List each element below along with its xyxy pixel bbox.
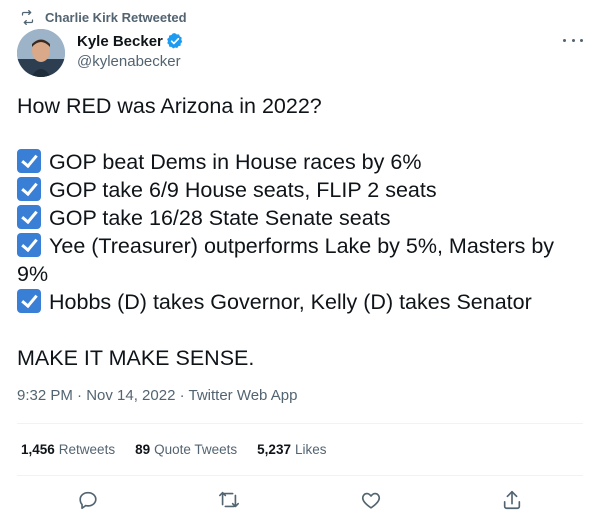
stat-retweets[interactable]: 1,456 Retweets	[21, 442, 115, 457]
checkbox-emoji-icon	[17, 149, 41, 173]
tweet-headline: How RED was Arizona in 2022?	[17, 94, 322, 118]
tweet-header: Kyle Becker @kylenabecker	[17, 29, 587, 77]
list-item: Hobbs (D) takes Governor, Kelly (D) take…	[17, 288, 577, 316]
avatar[interactable]	[17, 29, 65, 77]
retweet-button[interactable]	[218, 489, 242, 513]
engagement-stats: 1,456 Retweets 89 Quote Tweets 5,237 Likes	[21, 442, 346, 457]
share-icon	[503, 490, 521, 510]
share-button[interactable]	[501, 489, 525, 513]
social-context[interactable]: Charlie Kirk Retweeted	[20, 8, 187, 26]
like-button[interactable]	[360, 489, 384, 513]
checkbox-emoji-icon	[17, 177, 41, 201]
list-item: GOP take 6/9 House seats, FLIP 2 seats	[17, 176, 577, 204]
divider	[17, 475, 583, 476]
list-item: GOP take 16/28 State Senate seats	[17, 204, 577, 232]
more-options-icon[interactable]	[563, 33, 583, 47]
checkbox-emoji-icon	[17, 205, 41, 229]
like-icon	[361, 492, 381, 509]
social-context-label: Charlie Kirk Retweeted	[45, 9, 187, 25]
reply-icon	[79, 491, 97, 510]
author-handle[interactable]: @kylenabecker	[77, 53, 184, 70]
list-item: GOP beat Dems in House races by 6%	[17, 148, 577, 176]
list-item: Yee (Treasurer) outperforms Lake by 5%, …	[17, 233, 555, 286]
verified-badge-icon	[167, 33, 183, 49]
divider	[17, 423, 583, 424]
tweet-timestamp[interactable]: 9:32 PM · Nov 14, 2022 · Twitter Web App	[17, 387, 297, 404]
checkbox-emoji-icon	[17, 289, 41, 313]
tweet-closing: MAKE IT MAKE SENSE.	[17, 346, 255, 370]
reply-button[interactable]	[77, 489, 101, 513]
retweet-icon	[21, 9, 34, 25]
checkbox-emoji-icon	[17, 233, 41, 257]
retweet-icon	[219, 491, 239, 508]
stat-likes[interactable]: 5,237 Likes	[257, 442, 326, 457]
author-name[interactable]: Kyle Becker	[77, 33, 163, 50]
stat-quote-tweets[interactable]: 89 Quote Tweets	[135, 442, 237, 457]
tweet-text: How RED was Arizona in 2022? GOP beat De…	[17, 92, 577, 372]
action-bar	[17, 485, 583, 517]
